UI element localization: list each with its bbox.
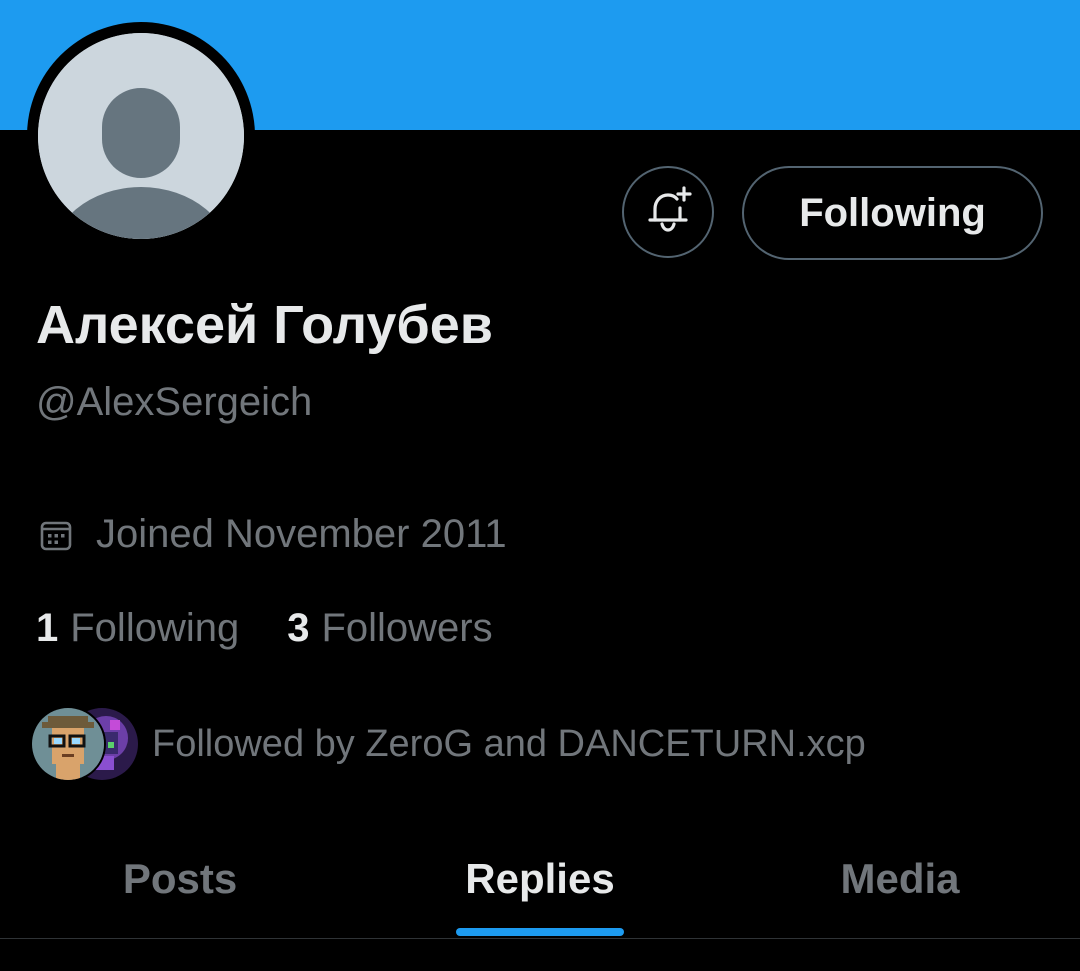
joined-date-text: Joined November 2011 — [96, 512, 507, 556]
default-avatar-icon[interactable] — [38, 33, 244, 239]
active-tab-indicator — [456, 928, 624, 936]
followers-count: 3 — [287, 606, 310, 650]
followers-count-link[interactable]: 3 Followers — [287, 606, 492, 651]
following-count-label: Following — [70, 606, 240, 650]
tab-replies[interactable]: Replies — [360, 820, 720, 938]
followers-you-know-avatars — [30, 706, 140, 782]
followed-by-row[interactable]: Followed by ZeroG and DANCETURN.xcp — [30, 706, 866, 782]
following-button[interactable]: Following — [742, 166, 1043, 260]
profile-tabs: Posts Replies Media — [0, 820, 1080, 938]
notification-subscribe-button[interactable] — [622, 166, 714, 258]
profile-avatar-ring — [27, 22, 255, 250]
following-count-link[interactable]: 1 Following — [36, 606, 239, 651]
follower-avatar-1 — [30, 706, 106, 782]
tab-posts-label: Posts — [122, 855, 238, 902]
following-count: 1 — [36, 606, 59, 650]
tabs-divider — [0, 938, 1080, 939]
joined-date: Joined November 2011 — [38, 512, 507, 557]
tab-media[interactable]: Media — [720, 820, 1080, 938]
following-button-label: Following — [799, 190, 986, 235]
profile-display-name: Алексей Голубев — [36, 295, 493, 355]
followers-count-label: Followers — [321, 606, 493, 650]
tab-media-label: Media — [840, 855, 960, 902]
tab-replies-label: Replies — [465, 855, 615, 902]
calendar-icon — [38, 517, 74, 553]
tab-posts[interactable]: Posts — [0, 820, 360, 938]
profile-stats: 1 Following 3 Followers — [36, 606, 493, 651]
bell-plus-icon — [642, 184, 694, 241]
followed-by-text: Followed by ZeroG and DANCETURN.xcp — [152, 722, 866, 765]
profile-handle: @AlexSergeich — [36, 380, 313, 424]
